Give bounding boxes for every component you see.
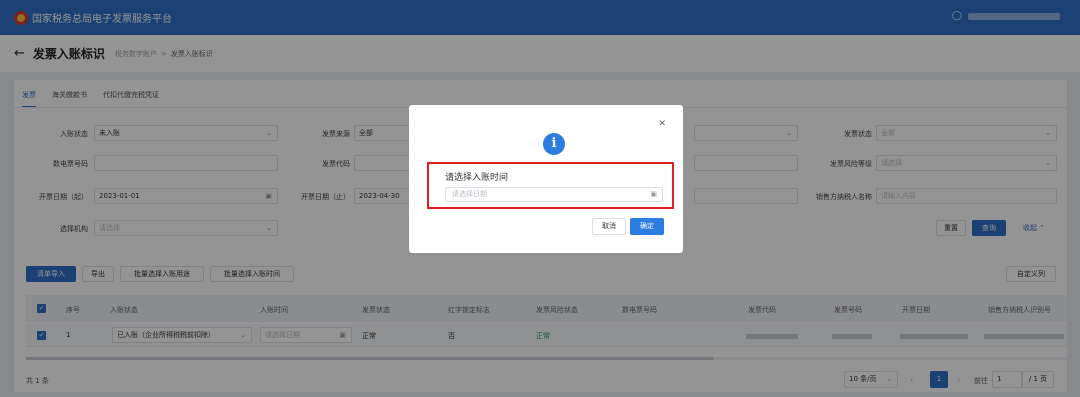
cancel-button[interactable]: 取消 xyxy=(592,218,626,235)
calendar-icon: ▣ xyxy=(650,190,657,198)
close-icon[interactable]: ✕ xyxy=(658,119,666,129)
modal-label: 请选择入账时间 xyxy=(445,173,509,183)
info-icon: i xyxy=(543,133,565,155)
select-ruzhang-time-dialog: ✕ i 请选择入账时间 请选择日期 ▣ 取消 确定 xyxy=(409,105,683,253)
confirm-button[interactable]: 确定 xyxy=(630,218,664,235)
modal-date-picker[interactable]: 请选择日期 ▣ xyxy=(445,187,663,202)
